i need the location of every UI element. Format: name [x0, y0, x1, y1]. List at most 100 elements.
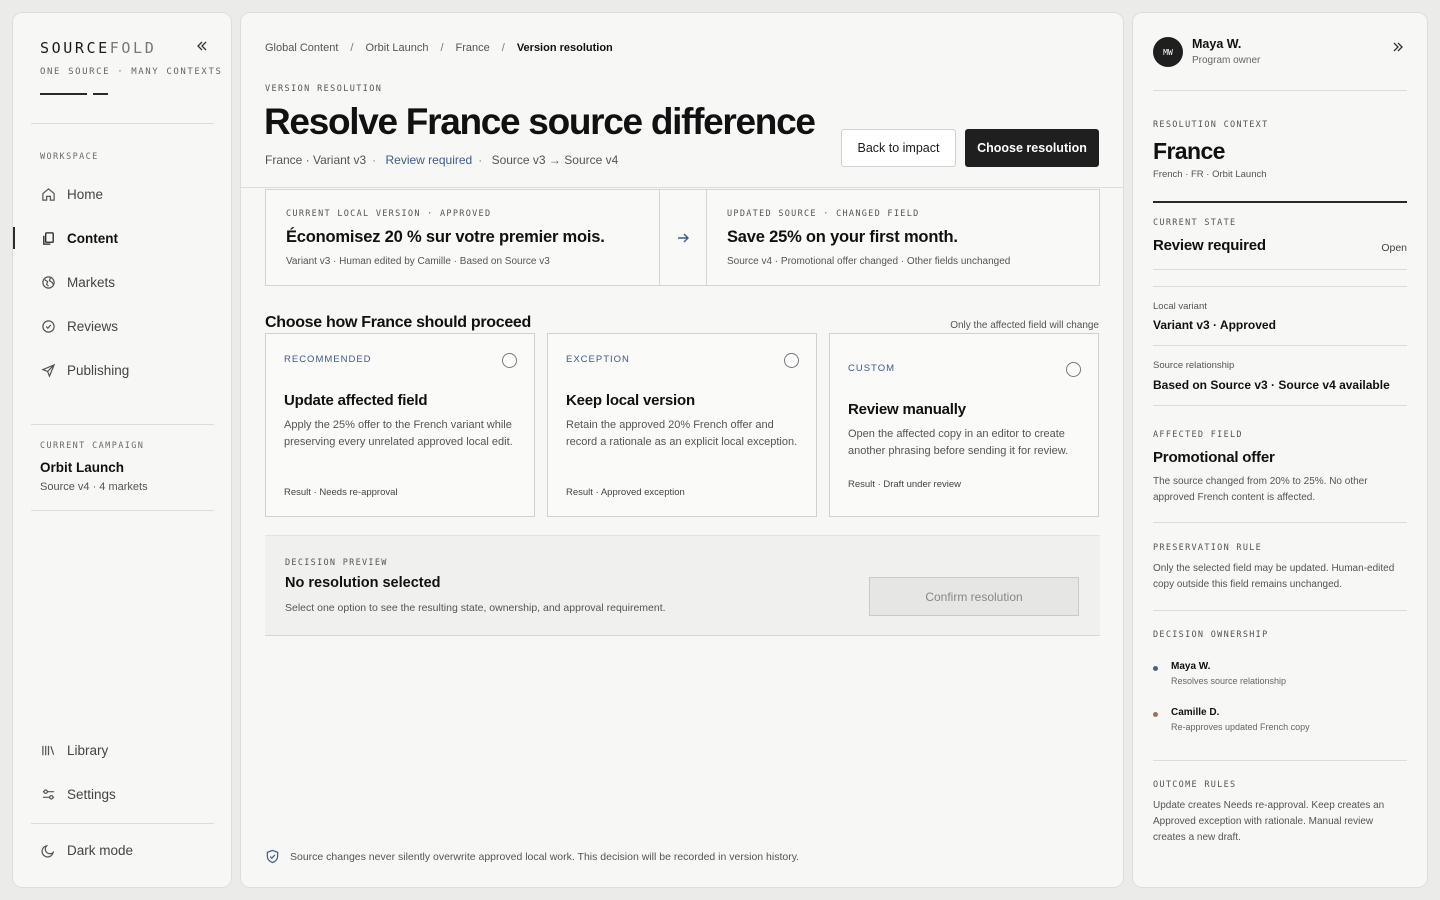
option-description: Open the affected copy in an editor to c… [848, 428, 1069, 457]
back-to-impact-button[interactable]: Back to impact [841, 129, 956, 167]
option-title: Update affected field [284, 392, 428, 409]
option-radio[interactable] [1066, 362, 1081, 377]
divider [31, 424, 214, 425]
divider [1153, 610, 1407, 611]
option-update-affected-field[interactable]: RECOMMENDED Update affected field Apply … [265, 333, 535, 517]
campaign-meta: Source v4 · 4 markets [40, 481, 148, 493]
option-tag: RECOMMENDED [284, 354, 372, 365]
updated-source-eyebrow: UPDATED SOURCE · CHANGED FIELD [727, 209, 920, 219]
sidebar-item-label: Publishing [67, 362, 130, 378]
collapse-panel-button[interactable] [1389, 38, 1407, 56]
divider [31, 510, 214, 511]
sidebar-item-label: Markets [67, 274, 116, 290]
library-icon [40, 742, 56, 758]
divider [241, 187, 1123, 188]
market-name: France [1153, 138, 1225, 164]
content-icon [40, 230, 56, 246]
sidebar-item-label: Home [67, 186, 104, 202]
sidebar-item-settings[interactable]: Settings [13, 779, 231, 809]
local-version-meta: Variant v3 · Human edited by Camille · B… [286, 256, 550, 267]
sidebar-item-markets[interactable]: Markets [13, 267, 231, 297]
sidebar-item-publishing[interactable]: Publishing [13, 355, 231, 385]
option-title: Keep local version [566, 392, 695, 409]
sliders-icon [40, 786, 56, 802]
market-meta: French · FR · Orbit Launch [1153, 169, 1267, 180]
current-state-label: CURRENT STATE [1153, 218, 1237, 228]
state-open-badge: Open [1381, 242, 1407, 254]
local-version-eyebrow: CURRENT LOCAL VERSION · APPROVED [286, 209, 492, 219]
owner-row-name: Maya W. [1171, 661, 1211, 672]
footnote: Source changes never silently overwrite … [265, 849, 799, 864]
divider [1153, 345, 1407, 346]
owner-role: Program owner [1192, 55, 1261, 66]
campaign-name: Orbit Launch [40, 460, 124, 475]
breadcrumb-orbit-launch[interactable]: Orbit Launch [365, 42, 428, 54]
shield-check-icon [265, 849, 280, 864]
sidebar-item-label: Settings [67, 786, 116, 802]
main-panel: Global Content / Orbit Launch / France / Ve… [240, 12, 1124, 888]
option-keep-local-version[interactable]: EXCEPTION Keep local version Retain the … [547, 333, 817, 517]
sidebar-item-label: Library [67, 742, 109, 758]
divider [1153, 90, 1407, 91]
option-result: Result · Approved exception [566, 487, 685, 498]
choose-resolution-button[interactable]: Choose resolution [965, 129, 1099, 167]
comparison-arrow [660, 190, 707, 285]
outcome-rules-description: Update creates Needs re-approval. Keep c… [1153, 800, 1385, 843]
local-variant-value: Variant v3 · Approved [1153, 318, 1276, 332]
version-comparison: CURRENT LOCAL VERSION · APPROVED Économi… [265, 189, 1100, 286]
brand-underline-short [93, 93, 108, 95]
sidebar-item-reviews[interactable]: Reviews [13, 311, 231, 341]
option-result: Result · Needs re-approval [284, 487, 398, 498]
option-radio[interactable] [502, 353, 517, 368]
brand-tagline: ONE SOURCE · MANY CONTEXTS [40, 67, 223, 77]
sidebar-item-content[interactable]: Content [13, 223, 231, 253]
page-eyebrow: VERSION RESOLUTION [265, 84, 383, 94]
options-note: Only the affected field will change [950, 320, 1099, 331]
page-subtitle: France · Variant v3 · Review required · So… [265, 153, 619, 167]
dark-mode-toggle[interactable]: Dark mode [13, 835, 231, 865]
sidebar-item-library[interactable]: Library [13, 735, 231, 765]
confirm-resolution-button[interactable]: Confirm resolution [869, 577, 1079, 616]
owner-name: Maya W. [1192, 37, 1242, 51]
breadcrumb-global-content[interactable]: Global Content [265, 42, 338, 54]
owner-bullet [1153, 666, 1158, 671]
current-campaign-label: CURRENT CAMPAIGN [40, 441, 145, 451]
divider [31, 123, 214, 124]
brand-name-light: FOLD [109, 39, 157, 57]
variant-label: France · Variant v3 [265, 153, 367, 167]
divider [1153, 269, 1407, 270]
breadcrumb-france[interactable]: France [456, 42, 490, 54]
chevrons-right-icon [1393, 42, 1403, 52]
option-title: Review manually [848, 401, 966, 418]
option-description: Retain the approved 20% French offer and… [566, 419, 798, 448]
owner-bullet [1153, 712, 1158, 717]
page-title: Resolve France source difference [264, 101, 816, 142]
option-review-manually[interactable]: CUSTOM Review manually Open the affected… [829, 333, 1099, 517]
affected-field-description: The source changed from 20% to 25%. No o… [1153, 476, 1368, 503]
option-description: Apply the 25% offer to the French varian… [284, 419, 513, 448]
outcome-rules-label: OUTCOME RULES [1153, 780, 1237, 790]
affected-field-label: AFFECTED FIELD [1153, 430, 1243, 440]
sidebar: SOURCEFOLD ONE SOURCE · MANY CONTEXTS WO… [12, 12, 232, 888]
send-icon [40, 362, 56, 378]
preview-title: No resolution selected [285, 575, 441, 591]
collapse-sidebar-button[interactable] [193, 37, 211, 55]
divider [1153, 286, 1407, 287]
divider [31, 823, 214, 824]
preview-eyebrow: DECISION PREVIEW [285, 558, 388, 568]
sidebar-item-home[interactable]: Home [13, 179, 231, 209]
owner-row-role: Re-approves updated French copy [1171, 722, 1310, 732]
source-relationship-value: Based on Source v3 · Source v4 available [1153, 378, 1390, 392]
breadcrumb: Global Content / Orbit Launch / France / Ve… [265, 42, 613, 54]
preservation-rule-label: PRESERVATION RULE [1153, 543, 1263, 553]
breadcrumb-current: Version resolution [516, 42, 613, 54]
sidebar-item-label: Reviews [67, 318, 119, 334]
option-tag: EXCEPTION [566, 354, 630, 365]
source-relationship-label: Source relationship [1153, 360, 1235, 371]
divider [1153, 522, 1407, 523]
owner-row-role: Resolves source relationship [1171, 676, 1287, 686]
check-circle-icon [40, 318, 56, 334]
option-radio[interactable] [784, 353, 799, 368]
status-review-required: Review required [385, 153, 473, 167]
owner-row-name: Camille D. [1171, 707, 1220, 718]
